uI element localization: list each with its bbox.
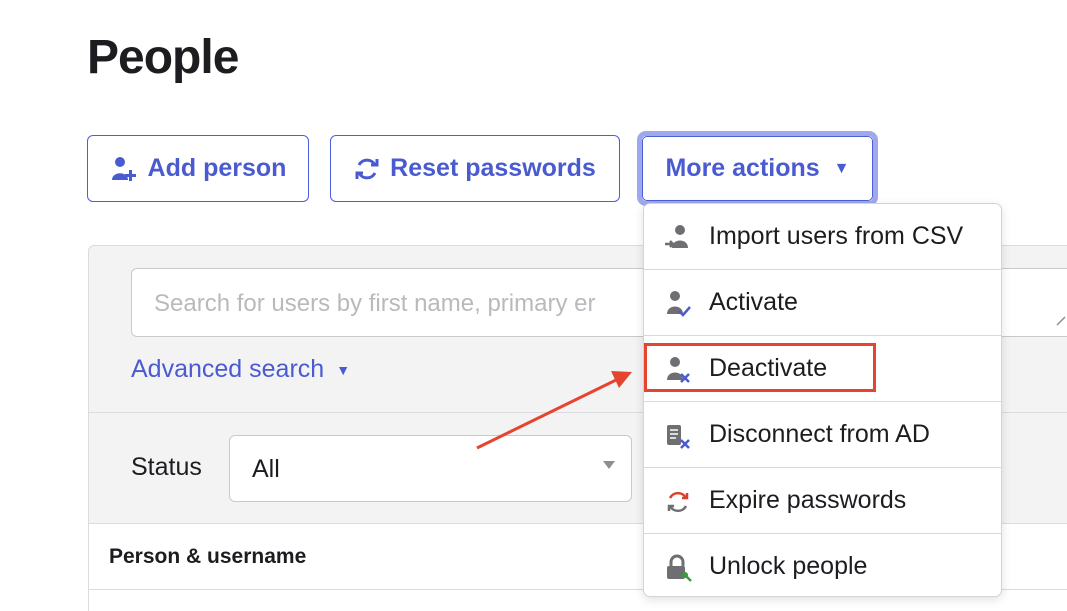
menu-item-disconnect-ad[interactable]: Disconnect from AD xyxy=(644,402,1001,468)
add-person-icon xyxy=(111,156,136,181)
menu-item-label: Import users from CSV xyxy=(709,222,964,250)
more-actions-label: More actions xyxy=(665,154,820,182)
caret-down-icon: ▼ xyxy=(336,361,351,378)
menu-item-unlock-people[interactable]: Unlock people xyxy=(644,534,1001,600)
advanced-search-link[interactable]: Advanced search ▼ xyxy=(131,355,350,384)
column-header-person[interactable]: Person & username xyxy=(109,545,306,569)
menu-item-activate[interactable]: Activate xyxy=(644,270,1001,336)
menu-item-label: Expire passwords xyxy=(709,486,907,514)
dropdown-arrow-icon xyxy=(603,461,615,469)
menu-item-import-csv[interactable]: Import users from CSV xyxy=(644,204,1001,270)
import-user-icon xyxy=(665,225,688,248)
highlight-box xyxy=(644,343,876,392)
resize-handle-icon xyxy=(1056,316,1066,326)
reset-passwords-button[interactable]: Reset passwords xyxy=(330,135,620,202)
activate-user-icon xyxy=(667,291,691,317)
menu-item-label: Disconnect from AD xyxy=(709,420,930,448)
disconnect-ad-icon xyxy=(667,425,690,449)
menu-item-expire-passwords[interactable]: Expire passwords xyxy=(644,468,1001,534)
status-select[interactable]: All xyxy=(229,435,632,502)
search-placeholder: Search for users by first name, primary … xyxy=(154,290,596,317)
add-person-label: Add person xyxy=(147,154,287,182)
status-value: All xyxy=(252,455,280,483)
expire-passwords-icon xyxy=(667,491,689,513)
unlock-icon xyxy=(667,554,692,582)
page-title: People xyxy=(87,31,239,84)
status-label: Status xyxy=(131,453,202,481)
menu-item-label: Activate xyxy=(709,288,798,316)
refresh-icon xyxy=(355,158,379,179)
advanced-search-label: Advanced search xyxy=(131,355,325,383)
more-actions-button[interactable]: More actions ▼ xyxy=(637,131,878,206)
more-actions-menu: Import users from CSV Activate Deactivat… xyxy=(643,203,1002,597)
add-person-button[interactable]: Add person xyxy=(87,135,309,202)
reset-passwords-label: Reset passwords xyxy=(390,154,596,182)
menu-item-label: Unlock people xyxy=(709,552,868,580)
caret-down-icon: ▼ xyxy=(833,159,850,177)
